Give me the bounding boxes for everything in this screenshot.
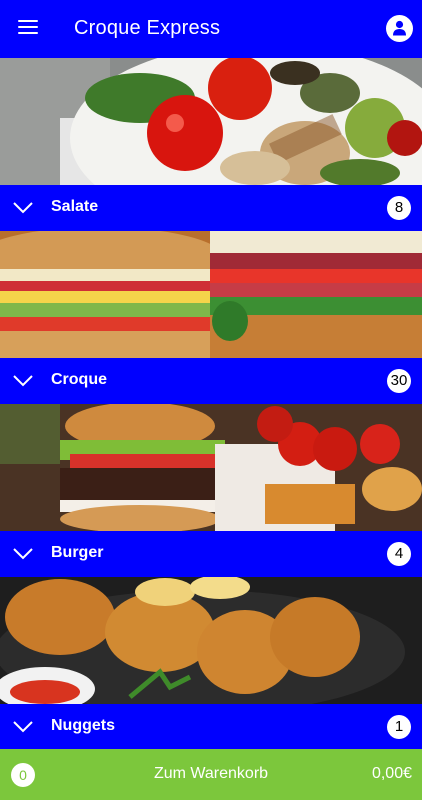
category-bar-burger[interactable]: Burger 4 [0, 531, 422, 577]
category-image-nuggets [0, 577, 422, 704]
app-title: Croque Express [74, 17, 221, 39]
cart-footer-button[interactable]: 0 Zum Warenkorb 0,00€ [0, 749, 422, 800]
user-account-button[interactable] [386, 15, 413, 42]
chevron-down-icon [13, 202, 33, 214]
app-bar: Croque Express [0, 0, 422, 58]
category-bar-nuggets[interactable]: Nuggets 1 [0, 704, 422, 750]
chevron-down-icon [13, 375, 33, 387]
category-image-croque [0, 231, 422, 358]
menu-icon[interactable] [18, 18, 40, 36]
category-label: Nuggets [51, 717, 115, 734]
cart-total: 0,00€ [371, 765, 412, 782]
chevron-down-icon [13, 548, 33, 560]
category-bar-croque[interactable]: Croque 30 [0, 358, 422, 404]
cart-label: Zum Warenkorb [153, 765, 269, 782]
user-icon [393, 20, 406, 36]
category-label: Croque [51, 371, 107, 388]
category-label: Burger [51, 544, 104, 561]
category-image-burger [0, 404, 422, 531]
category-label: Salate [51, 198, 99, 215]
item-count-badge: 30 [387, 369, 411, 393]
item-count-badge: 1 [387, 715, 411, 739]
chevron-down-icon [13, 721, 33, 733]
category-image-salad [0, 58, 422, 185]
item-count-badge: 4 [387, 542, 411, 566]
item-count-badge: 8 [387, 196, 411, 220]
category-bar-salate[interactable]: Salate 8 [0, 185, 422, 231]
